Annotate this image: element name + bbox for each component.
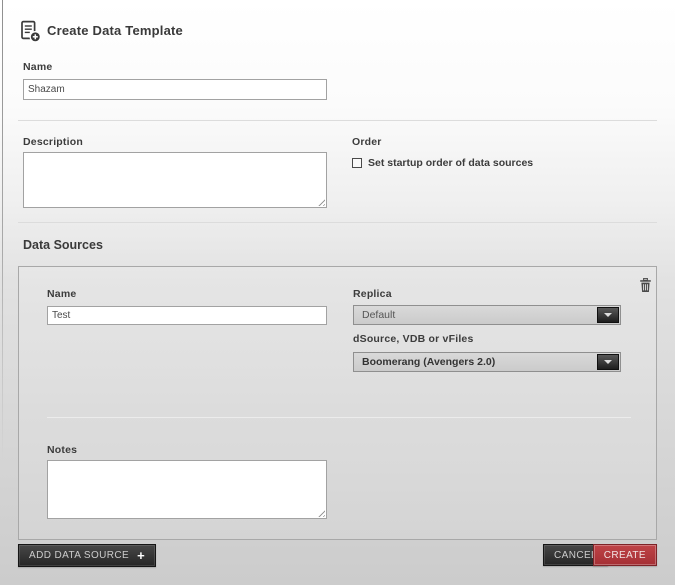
dialog-left-edge: [2, 0, 3, 460]
order-checkbox-row: Set startup order of data sources: [352, 157, 533, 169]
notes-label: Notes: [47, 444, 77, 456]
data-source-name-input[interactable]: [47, 306, 327, 325]
replica-selected-value: Default: [354, 306, 620, 324]
notes-field-wrap: [47, 460, 327, 519]
order-label: Order: [352, 136, 382, 148]
delete-data-source-button[interactable]: [638, 278, 653, 295]
create-button[interactable]: CREATE: [593, 544, 657, 566]
name-label: Name: [23, 61, 52, 73]
page-title: Create Data Template: [47, 23, 183, 38]
chevron-down-icon: [597, 307, 619, 323]
description-textarea[interactable]: [23, 152, 327, 208]
add-data-source-label: ADD DATA SOURCE: [29, 550, 129, 561]
replica-label: Replica: [353, 288, 392, 300]
document-add-icon: [19, 20, 42, 43]
data-source-entry-panel: Name Replica Default dSource, VDB or vFi…: [18, 266, 657, 540]
order-checkbox[interactable]: [352, 158, 362, 168]
dsource-label: dSource, VDB or vFiles: [353, 333, 474, 345]
trash-icon: [639, 281, 652, 296]
name-input[interactable]: [23, 79, 327, 100]
data-source-name-field-wrap: [47, 305, 327, 324]
data-source-name-label: Name: [47, 288, 76, 300]
section-divider: [18, 222, 657, 223]
data-sources-heading: Data Sources: [23, 238, 103, 252]
replica-select[interactable]: Default: [353, 305, 621, 325]
section-divider: [18, 120, 657, 121]
dsource-select[interactable]: Boomerang (Avengers 2.0): [353, 352, 621, 372]
entry-divider: [47, 417, 631, 418]
order-checkbox-label: Set startup order of data sources: [368, 157, 533, 169]
dsource-selected-value: Boomerang (Avengers 2.0): [354, 353, 620, 371]
plus-icon: +: [137, 549, 145, 562]
chevron-down-icon: [597, 354, 619, 370]
notes-textarea[interactable]: [47, 460, 327, 519]
name-field-wrap: [23, 79, 327, 100]
description-field-wrap: [23, 152, 327, 208]
description-label: Description: [23, 136, 83, 148]
add-data-source-button[interactable]: ADD DATA SOURCE +: [18, 544, 156, 567]
